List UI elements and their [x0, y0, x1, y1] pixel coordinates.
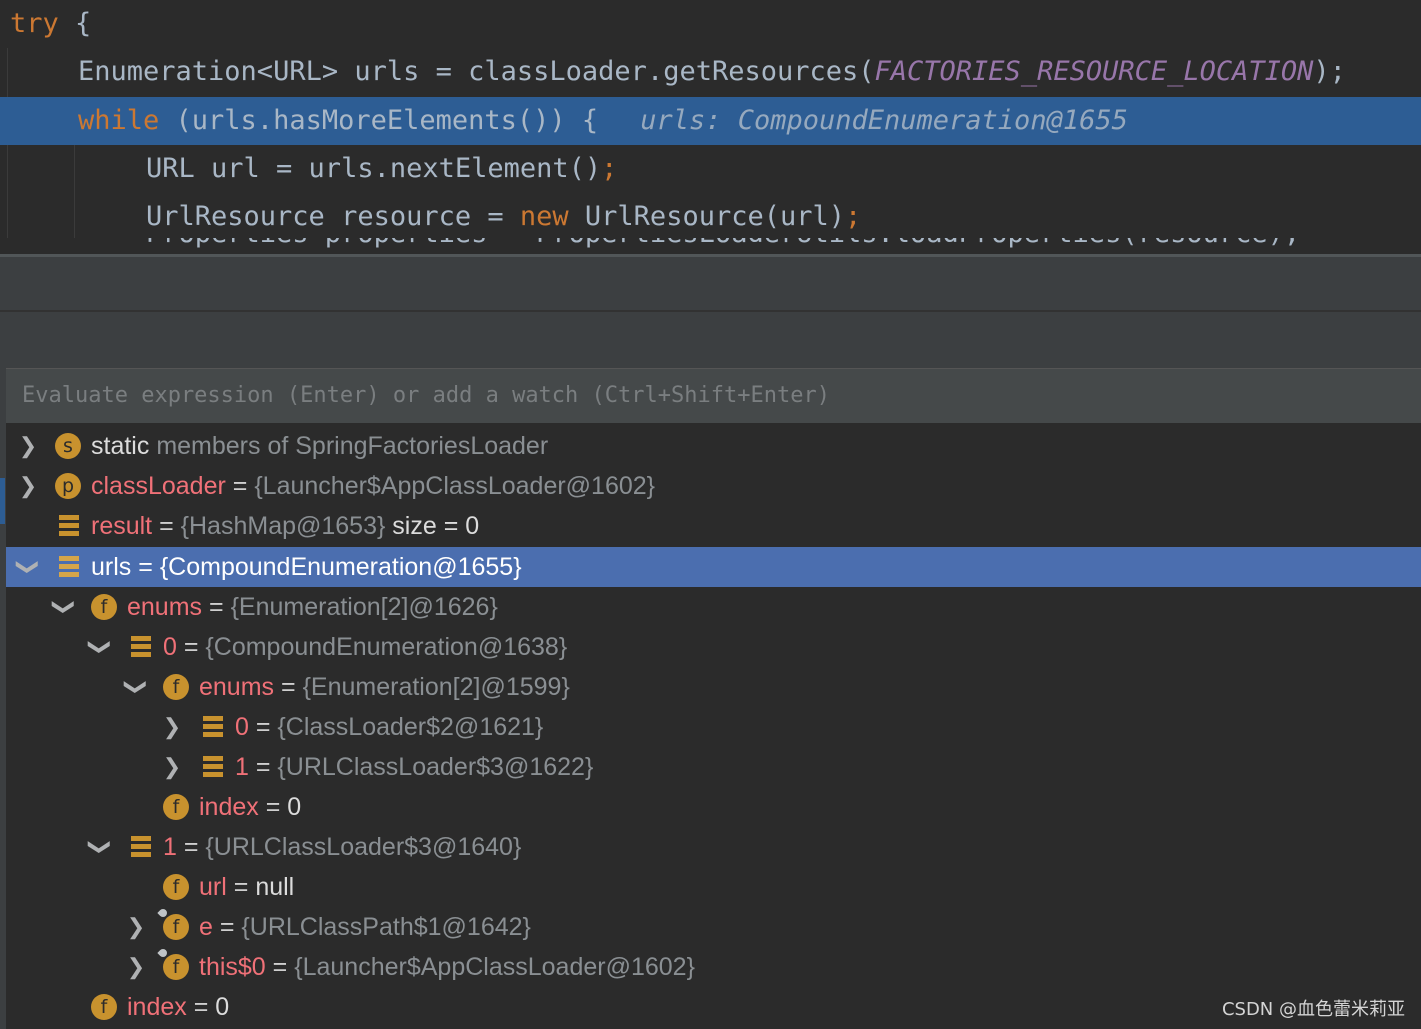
tree-row-enums[interactable]: ❯ f enums = {Enumeration[2]@1626} — [6, 587, 1421, 627]
tree-row-enums-0-enums[interactable]: ❯ f enums = {Enumeration[2]@1599} — [6, 667, 1421, 707]
tree-row-enums-1-url[interactable]: f url = null — [6, 867, 1421, 907]
field-icon: f — [163, 674, 189, 700]
tree-row-urls[interactable]: ❯ urls = {CompoundEnumeration@1655} — [6, 547, 1421, 587]
evaluate-expression-input-container — [6, 368, 1421, 424]
chevron-down-icon[interactable]: ❯ — [116, 675, 156, 699]
tree-row-enums-1[interactable]: ❯ 1 = {URLClassLoader$3@1640} — [6, 827, 1421, 867]
chevron-right-icon[interactable]: ❯ — [16, 426, 40, 466]
chevron-down-icon[interactable]: ❯ — [80, 635, 120, 659]
parameter-icon: p — [55, 473, 81, 499]
tree-row-enums-0[interactable]: ❯ 0 = {CompoundEnumeration@1638} — [6, 627, 1421, 667]
chevron-right-icon[interactable]: ❯ — [124, 947, 148, 987]
field-icon: f — [163, 794, 189, 820]
tree-row-index[interactable]: f index = 0 — [6, 987, 1421, 1027]
chevron-down-icon[interactable]: ❯ — [44, 595, 84, 619]
code-line-1: try { — [10, 8, 92, 39]
chevron-right-icon[interactable]: ❯ — [160, 747, 184, 787]
evaluate-expression-input[interactable] — [22, 383, 1402, 408]
chevron-right-icon[interactable]: ❯ — [160, 707, 184, 747]
array-element-icon — [203, 716, 223, 738]
code-line-3-current: while (urls.hasMoreElements()) {urls: Co… — [0, 97, 1421, 145]
debugger-toolbar-area — [0, 257, 1421, 311]
code-editor[interactable]: try { Enumeration<URL> urls = classLoade… — [0, 0, 1421, 256]
array-element-icon — [131, 636, 151, 658]
variable-icon — [59, 515, 79, 537]
tree-row-enums-0-index[interactable]: f index = 0 — [6, 787, 1421, 827]
variable-icon — [59, 556, 79, 578]
keyword-new: new — [519, 201, 569, 232]
tree-row-enums-1-e[interactable]: ❯ f e = {URLClassPath$1@1642} — [6, 907, 1421, 947]
code-line-2: Enumeration<URL> urls = classLoader.getR… — [78, 56, 1346, 87]
chevron-right-icon[interactable]: ❯ — [16, 466, 40, 506]
field-icon: f — [91, 594, 117, 620]
field-icon: f — [163, 874, 189, 900]
keyword-try: try — [10, 8, 59, 39]
tree-row-enums-1-this0[interactable]: ❯ f this$0 = {Launcher$AppClassLoader@16… — [6, 947, 1421, 987]
inline-debug-hint: urls: CompoundEnumeration@1655 — [640, 105, 1128, 136]
final-field-icon: f — [163, 954, 189, 980]
array-element-icon — [131, 836, 151, 858]
tree-row-enums-0-enums-1[interactable]: ❯ 1 = {URLClassLoader$3@1622} — [6, 747, 1421, 787]
constant-factories-resource-location: FACTORIES_RESOURCE_LOCATION — [874, 56, 1314, 87]
tree-row-static-members[interactable]: ❯ s static members of SpringFactoriesLoa… — [6, 426, 1421, 466]
variables-tree[interactable]: ❯ s static members of SpringFactoriesLoa… — [6, 426, 1421, 1029]
keyword-while: while — [78, 105, 160, 136]
chevron-down-icon[interactable]: ❯ — [80, 835, 120, 859]
watermark: CSDN @血色蕾米莉亚 — [1221, 999, 1405, 1020]
array-element-icon — [203, 756, 223, 778]
selected-frame-marker — [0, 478, 5, 524]
field-icon: f — [91, 994, 117, 1020]
static-icon: s — [55, 433, 81, 459]
final-field-icon: f — [163, 914, 189, 940]
tree-row-result[interactable]: result = {HashMap@1653} size = 0 — [6, 506, 1421, 546]
chevron-down-icon[interactable]: ❯ — [8, 555, 48, 579]
debugger-panel-header — [0, 312, 1421, 368]
code-line-5: UrlResource resource = new UrlResource(u… — [146, 201, 862, 232]
code-line-4: URL url = urls.nextElement(); — [146, 153, 618, 184]
tree-row-enums-0-enums-0[interactable]: ❯ 0 = {ClassLoader$2@1621} — [6, 707, 1421, 747]
chevron-right-icon[interactable]: ❯ — [124, 907, 148, 947]
tree-row-classloader[interactable]: ❯ p classLoader = {Launcher$AppClassLoad… — [6, 466, 1421, 506]
